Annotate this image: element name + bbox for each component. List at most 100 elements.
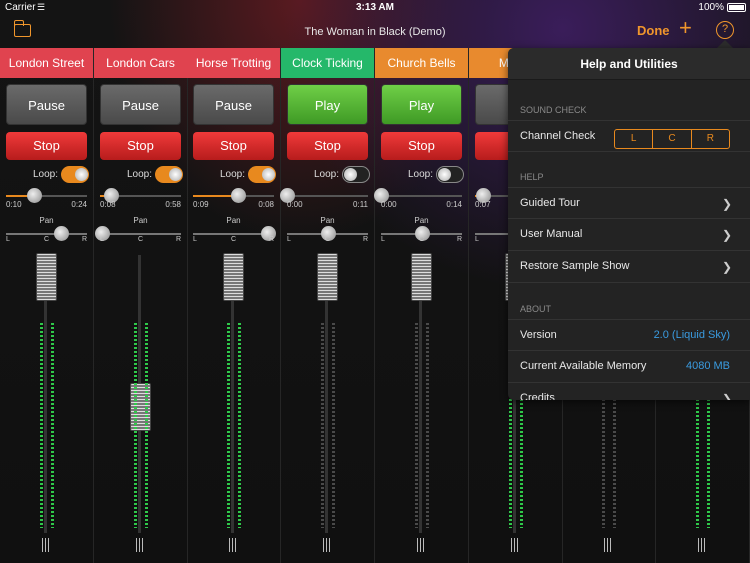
- pan-label: Pan: [320, 216, 335, 225]
- position-knob[interactable]: [26, 188, 42, 203]
- pan-slider[interactable]: [381, 226, 462, 241]
- user-manual-row[interactable]: User Manual ❯: [508, 219, 750, 251]
- loop-toggle[interactable]: [248, 166, 276, 183]
- channel-name[interactable]: Clock Ticking: [281, 48, 374, 78]
- level-meter-right: [51, 323, 54, 528]
- battery-percent: 100%: [698, 2, 724, 13]
- drag-handle-icon[interactable]: [136, 538, 145, 552]
- pan-left-label: L: [100, 236, 104, 243]
- channel-check-row: Channel Check L C R: [508, 120, 750, 152]
- volume-fader-knob[interactable]: [223, 253, 244, 301]
- channel-name[interactable]: London Street: [0, 48, 93, 78]
- volume-fader-knob[interactable]: [317, 253, 338, 301]
- check-center-button[interactable]: C: [653, 130, 692, 148]
- position-slider[interactable]: [100, 188, 181, 203]
- elapsed-time: 0:07: [475, 200, 491, 209]
- pan-left-label: L: [381, 236, 385, 243]
- loop-label: Loop:: [313, 169, 339, 180]
- stop-button[interactable]: Stop: [381, 132, 462, 160]
- check-left-button[interactable]: L: [615, 130, 654, 148]
- version-value: 2.0 (Liquid Sky): [653, 329, 730, 341]
- drag-handle-icon[interactable]: [229, 538, 238, 552]
- stop-button[interactable]: Stop: [100, 132, 181, 160]
- play-pause-button[interactable]: Play: [287, 84, 368, 125]
- play-pause-button[interactable]: Pause: [193, 84, 274, 125]
- level-meter-left: [415, 323, 418, 528]
- memory-label: Current Available Memory: [520, 360, 647, 372]
- drag-handle-icon[interactable]: [698, 538, 707, 552]
- drag-handle-icon[interactable]: [323, 538, 332, 552]
- loop-toggle[interactable]: [436, 166, 464, 183]
- loop-label: Loop:: [407, 169, 433, 180]
- pan-slider[interactable]: [193, 226, 276, 241]
- chevron-right-icon: ❯: [721, 392, 732, 400]
- channel-name[interactable]: Church Bells: [375, 48, 468, 78]
- pan-slider[interactable]: [6, 226, 87, 241]
- volume-fader-knob[interactable]: [411, 253, 432, 301]
- stop-button[interactable]: Stop: [6, 132, 87, 160]
- play-pause-button[interactable]: Play: [381, 84, 462, 125]
- position-slider[interactable]: [6, 188, 87, 203]
- stop-button[interactable]: Stop: [193, 132, 274, 160]
- remaining-time: 0:08: [258, 200, 274, 209]
- channel-strip: Clock Ticking Play Stop Loop: 0:00 0:11 Pan L C R: [280, 48, 375, 563]
- position-slider[interactable]: [374, 188, 462, 203]
- restore-sample-row[interactable]: Restore Sample Show ❯: [508, 251, 750, 283]
- chevron-right-icon: ❯: [721, 197, 732, 211]
- version-row: Version 2.0 (Liquid Sky): [508, 319, 750, 351]
- loop-label: Loop:: [126, 169, 152, 180]
- guided-tour-label: Guided Tour: [520, 197, 580, 209]
- channel-strip: Horse Trotting Pause Stop Loop: 0:09 0:08 Pan L…: [187, 48, 281, 563]
- channel-name[interactable]: London Cars: [94, 48, 187, 78]
- level-meter-left: [321, 323, 324, 528]
- pan-center-label: C: [44, 236, 50, 243]
- elapsed-time: 0:09: [193, 200, 209, 209]
- pan-center-label: C: [325, 236, 331, 243]
- clock: 3:13 AM: [356, 2, 394, 13]
- channel-name[interactable]: Horse Trotting: [187, 48, 280, 78]
- loop-toggle[interactable]: [61, 166, 89, 183]
- pan-right-label: R: [456, 236, 462, 243]
- drag-handle-icon[interactable]: [511, 538, 520, 552]
- popover-arrow: [717, 40, 733, 48]
- level-meter-left: [134, 323, 137, 528]
- play-pause-button[interactable]: Pause: [100, 84, 181, 125]
- pan-left-label: L: [193, 236, 197, 243]
- credits-label: Credits: [520, 392, 555, 400]
- nav-bar: The Woman in Black (Demo) Done + ?: [0, 16, 750, 48]
- done-button[interactable]: Done: [637, 23, 670, 38]
- stop-button[interactable]: Stop: [287, 132, 368, 160]
- memory-row: Current Available Memory 4080 MB: [508, 351, 750, 383]
- loop-toggle[interactable]: [155, 166, 183, 183]
- position-slider[interactable]: [280, 188, 368, 203]
- pan-knob[interactable]: [54, 226, 70, 241]
- guided-tour-row[interactable]: Guided Tour ❯: [508, 187, 750, 219]
- pan-right-label: R: [81, 236, 87, 243]
- toggle-knob: [262, 168, 275, 181]
- position-knob[interactable]: [230, 188, 246, 203]
- drag-handle-icon[interactable]: [42, 538, 51, 552]
- check-right-button[interactable]: R: [692, 130, 729, 148]
- drag-handle-icon[interactable]: [417, 538, 426, 552]
- pan-right-label: R: [362, 236, 368, 243]
- about-header: ABOUT: [520, 304, 552, 314]
- level-meter-right: [145, 323, 148, 528]
- drag-handle-icon[interactable]: [604, 538, 613, 552]
- sound-check-header: SOUND CHECK: [520, 105, 587, 115]
- help-icon[interactable]: ?: [716, 21, 734, 39]
- position-slider[interactable]: [193, 188, 274, 203]
- toggle-knob: [169, 168, 182, 181]
- pan-slider[interactable]: [287, 226, 368, 241]
- add-icon[interactable]: +: [679, 17, 692, 39]
- play-pause-button[interactable]: Pause: [6, 84, 87, 125]
- pan-slider[interactable]: [94, 226, 181, 241]
- volume-fader-knob[interactable]: [36, 253, 57, 301]
- loop-label: Loop:: [219, 169, 245, 180]
- battery-icon: [727, 3, 746, 12]
- loop-toggle[interactable]: [342, 166, 370, 183]
- elapsed-time: 0:00: [287, 200, 303, 209]
- loop-label: Loop:: [32, 169, 58, 180]
- remaining-time: 0:14: [446, 200, 462, 209]
- help-popover: Help and Utilities SOUND CHECK Channel C…: [508, 48, 750, 400]
- credits-row[interactable]: Credits ❯: [508, 383, 750, 400]
